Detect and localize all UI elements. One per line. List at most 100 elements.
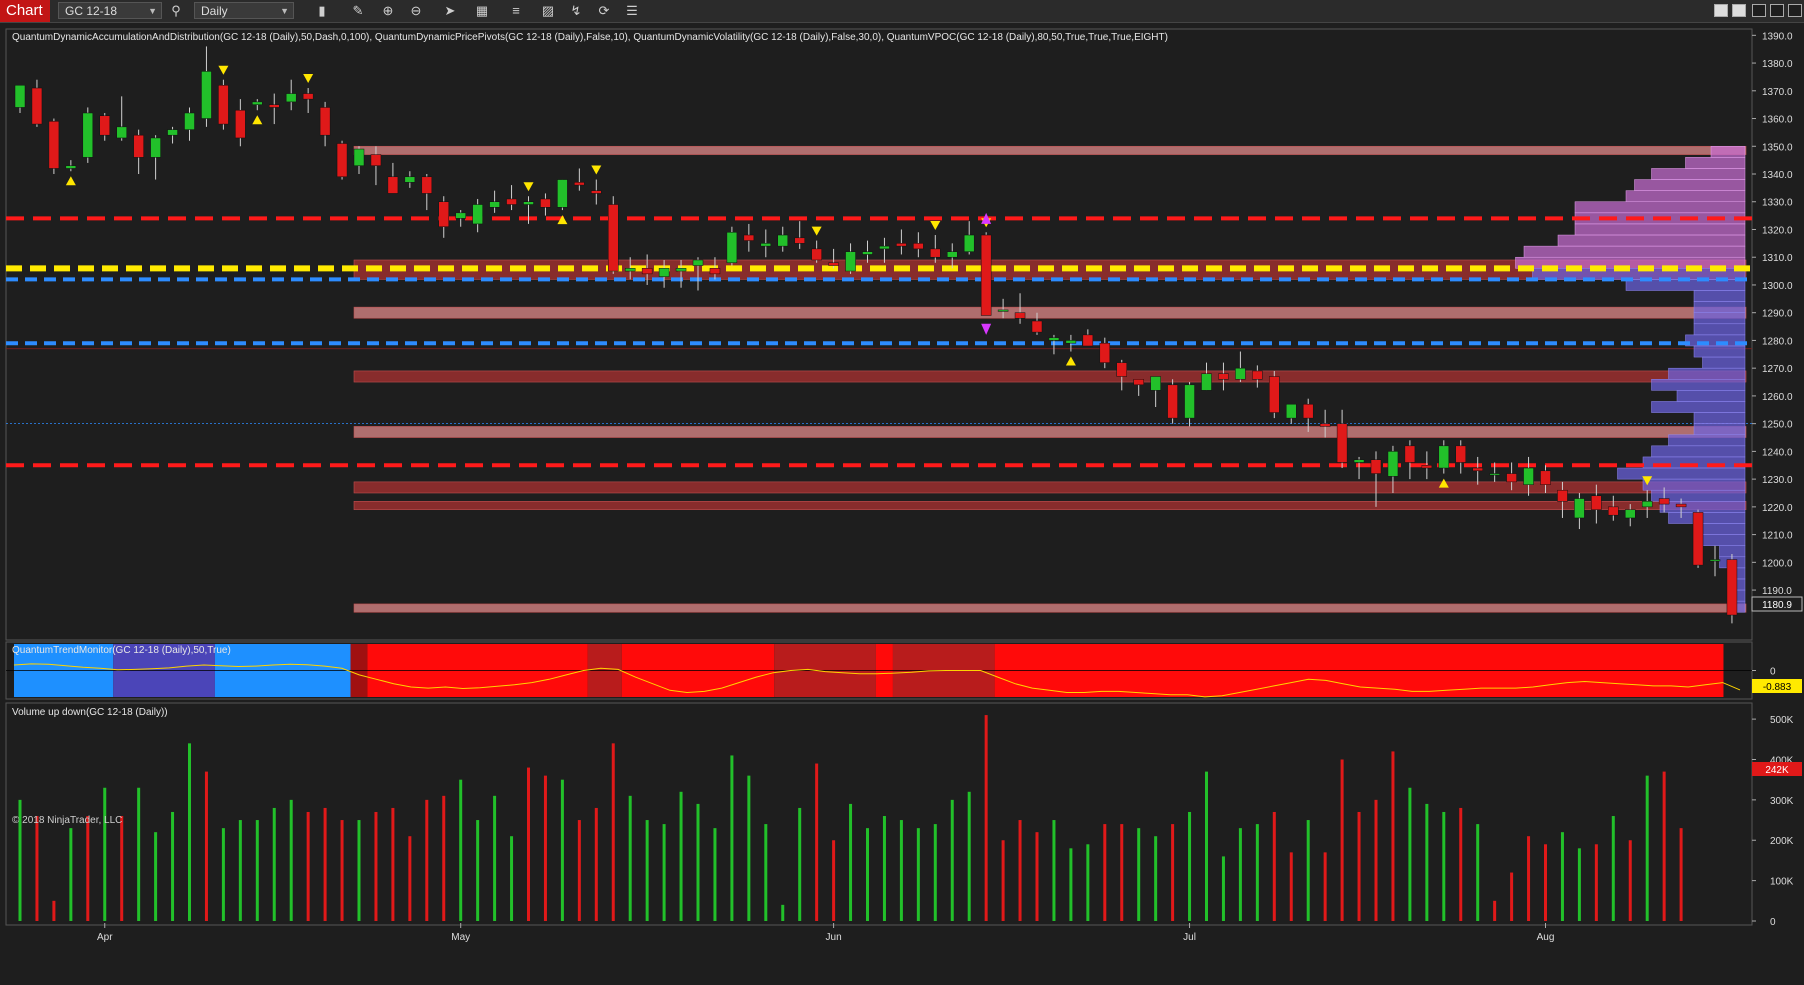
volume-bar (849, 803, 853, 921)
volume-bar (1544, 844, 1547, 921)
candle-body (14, 84, 26, 108)
candle-body (1336, 423, 1348, 463)
templates-icon[interactable]: ↯ (568, 3, 584, 19)
candle-body (980, 234, 992, 316)
candle-body (828, 262, 839, 266)
trend-value-label: -0.883 (1763, 682, 1792, 693)
draw-pencil-icon[interactable]: ✎ (350, 3, 366, 19)
volume-bar (1238, 828, 1242, 921)
volume-bar (1374, 799, 1378, 921)
volume-bar (764, 824, 768, 921)
price-tick-label: 1190.0 (1762, 586, 1792, 597)
volume-bar (594, 807, 598, 921)
volume-bar (1611, 816, 1615, 921)
volume-bar (1357, 811, 1361, 921)
candle-body (726, 232, 738, 264)
candle-body (557, 179, 568, 208)
candle-body (1574, 498, 1585, 519)
pointer-icon[interactable]: ➤ (442, 3, 458, 19)
date-tick-label: Jun (826, 932, 842, 943)
price-zone (353, 501, 1747, 510)
profile-bar (1702, 534, 1746, 546)
maximize-icon[interactable] (1770, 4, 1784, 17)
price-tick-label: 1360.0 (1762, 115, 1793, 126)
strategies-icon[interactable]: ▨ (540, 3, 556, 19)
chart-tab[interactable]: Chart (0, 0, 50, 22)
profile-bar (1710, 146, 1746, 158)
candles (14, 46, 1738, 624)
properties-icon[interactable]: ☰ (624, 3, 640, 19)
candle-body (1489, 473, 1500, 476)
volume-bar (1645, 775, 1649, 921)
profile-bar (1523, 245, 1746, 258)
price-zone (353, 426, 1747, 438)
volume-bar (425, 799, 429, 921)
candle-body (201, 71, 212, 119)
reload-icon[interactable]: ⟳ (596, 3, 612, 19)
zoom-out-icon[interactable]: ⊖ (408, 3, 424, 19)
volume-bar (662, 824, 666, 921)
volume-bars (18, 715, 1683, 921)
volume-bar (1086, 844, 1090, 921)
candle-body (1658, 498, 1670, 505)
candle-body (523, 201, 534, 205)
volume-bar (1120, 824, 1124, 921)
period-selector[interactable]: Daily ▼ (194, 2, 294, 19)
search-icon[interactable]: ⚲ (168, 3, 184, 19)
candle-body (1641, 501, 1653, 508)
candle-body (1065, 340, 1077, 344)
candle-body (1082, 334, 1094, 347)
candle-body (1133, 379, 1144, 386)
volume-bar (1069, 848, 1073, 921)
candle-body (336, 143, 348, 178)
volume-bar (1493, 900, 1497, 921)
candle-body (591, 190, 602, 194)
profile-bar (1625, 190, 1746, 202)
candle-body (1302, 403, 1314, 419)
volume-tick-label: 100K (1770, 877, 1794, 888)
candle-body (743, 234, 755, 241)
candle-body (1387, 451, 1399, 477)
price-tick-label: 1370.0 (1762, 87, 1793, 98)
minimize-icon[interactable] (1752, 4, 1766, 17)
volume-bar (730, 755, 734, 921)
zoom-in-icon[interactable]: ⊕ (380, 3, 396, 19)
candle-body (1116, 362, 1127, 377)
volume-tick-label: 0 (1770, 917, 1776, 928)
volume-bar (1442, 811, 1446, 921)
candle-body (1726, 559, 1738, 616)
volume-bar (86, 816, 90, 921)
price-tick-label: 1270.0 (1762, 364, 1793, 375)
chevron-down-icon: ▼ (148, 6, 157, 16)
candle-body (1540, 470, 1551, 485)
bar-type-icon[interactable]: ▮ (314, 3, 330, 19)
candle-body (1472, 467, 1483, 472)
window-tab-icon[interactable] (1732, 4, 1746, 17)
candle-body (811, 248, 822, 261)
volume-bar (510, 836, 514, 921)
candle-body (896, 243, 907, 247)
volume-bar (560, 779, 564, 921)
window-tile-icon[interactable] (1714, 4, 1728, 17)
chevron-down-icon: ▼ (280, 6, 289, 16)
candle-body (31, 87, 43, 125)
candle-body (760, 243, 772, 247)
price-tick-label: 1340.0 (1762, 170, 1793, 181)
candle-body (1370, 459, 1382, 474)
instrument-selector[interactable]: GC 12-18 ▼ (58, 2, 162, 19)
volume-bar (1679, 828, 1683, 921)
volume-tick-label: 500K (1770, 715, 1794, 726)
indicators-icon[interactable]: ≡ (508, 3, 524, 19)
volume-bar (1510, 872, 1514, 921)
close-icon[interactable] (1788, 4, 1802, 17)
volume-bar (1289, 852, 1293, 921)
data-box-icon[interactable]: ▦ (474, 3, 490, 19)
profile-bar (1651, 379, 1746, 391)
candle-body (150, 137, 161, 158)
volume-bar (933, 824, 937, 921)
volume-bar (1103, 824, 1107, 921)
candle-body (608, 204, 619, 272)
volume-bar (1154, 836, 1158, 921)
volume-bar (1306, 820, 1310, 921)
chart-canvas[interactable]: 1390.0 1380.0 1370.0 1360.0 1350.0 1340.0 1330… (0, 23, 1804, 985)
